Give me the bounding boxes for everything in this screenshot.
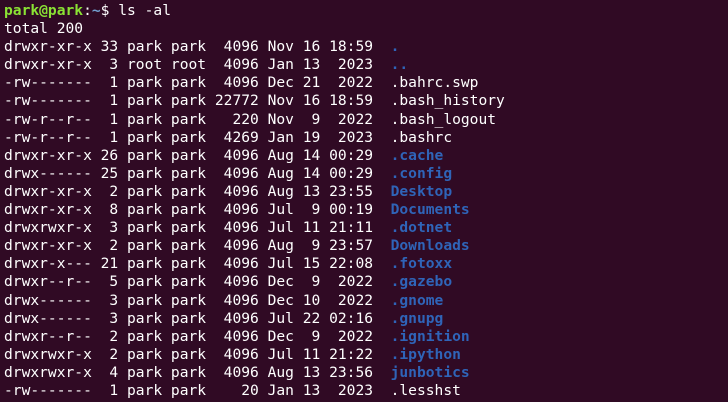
directory-name: .cache xyxy=(390,146,444,164)
listing-row: drwx------ 25 park park 4096 Aug 14 00:2… xyxy=(4,165,728,183)
entry-metadata: drwxr-xr-x 33 park park 4096 Nov 16 18:5… xyxy=(4,38,374,56)
file-name: .bash_logout xyxy=(390,110,497,128)
directory-name: .ipython xyxy=(390,345,461,363)
terminal-window[interactable]: park@park:~$ ls -al total 200 drwxr-xr-x… xyxy=(0,0,728,402)
entry-metadata: -rw------- 1 park park 20 Jan 13 2023 xyxy=(4,381,374,399)
prompt-line: park@park:~$ ls -al xyxy=(4,2,728,20)
listing-row: -rw-r--r-- 1 park park 4269 Jan 19 2023 … xyxy=(4,129,728,147)
entry-metadata: drwxrwxr-x 3 park park 4096 Jul 11 21:11 xyxy=(4,219,374,237)
directory-name: junbotics xyxy=(390,363,470,381)
listing-row: -rw------- 1 park park 22772 Nov 16 18:5… xyxy=(4,92,728,110)
entry-metadata: drwx------ 3 park park 4096 Jul 22 02:16 xyxy=(4,309,374,327)
directory-name: Documents xyxy=(390,201,470,219)
listing-row: -rw------- 1 park park 4096 Dec 21 2022 … xyxy=(4,74,728,92)
listing-row: drwxr--r-- 5 park park 4096 Dec 9 2022 .… xyxy=(4,273,728,291)
entry-metadata: -rw-r--r-- 1 park park 220 Nov 9 2022 xyxy=(4,110,374,128)
entry-metadata: drwxr-xr-x 2 park park 4096 Aug 9 23:57 xyxy=(4,237,374,255)
listing-rows: drwxr-xr-x 33 park park 4096 Nov 16 18:5… xyxy=(4,38,728,400)
directory-name: Desktop xyxy=(390,182,453,200)
prompt-symbol: $ xyxy=(100,2,110,19)
listing-row: drwxr--r-- 2 park park 4096 Dec 9 2022 .… xyxy=(4,328,728,346)
entry-metadata: drwxr-xr-x 2 park park 4096 Aug 13 23:55 xyxy=(4,182,374,200)
listing-row: drwxr-xr-x 26 park park 4096 Aug 14 00:2… xyxy=(4,147,728,165)
prompt-path: ~ xyxy=(91,2,101,19)
entry-metadata: drwxr-xr-x 3 root root 4096 Jan 13 2023 xyxy=(4,56,374,74)
entry-metadata: drwxr-xr-x 8 park park 4096 Jul 9 00:19 xyxy=(4,201,374,219)
entry-metadata: drwxr-xr-x 26 park park 4096 Aug 14 00:2… xyxy=(4,146,374,164)
total-line: total 200 xyxy=(4,20,84,38)
directory-name: .config xyxy=(390,164,453,182)
file-name: .bahrc.swp xyxy=(390,74,479,92)
entry-metadata: drwxrwxr-x 2 park park 4096 Jul 11 21:22 xyxy=(4,345,374,363)
listing-row: drwxr-xr-x 3 root root 4096 Jan 13 2023 … xyxy=(4,56,728,74)
prompt-user-host: park@park xyxy=(4,2,84,19)
entry-metadata: drwxr--r-- 2 park park 4096 Dec 9 2022 xyxy=(4,327,374,345)
directory-name: . xyxy=(390,38,400,56)
entry-metadata: drwx------ 3 park park 4096 Dec 10 2022 xyxy=(4,291,374,309)
listing-row: drwxrwxr-x 3 park park 4096 Jul 11 21:11… xyxy=(4,219,728,237)
listing-row: drwxrwxr-x 4 park park 4096 Aug 13 23:56… xyxy=(4,364,728,382)
directory-name: .fotoxx xyxy=(390,255,453,273)
entry-metadata: drwxr--r-- 5 park park 4096 Dec 9 2022 xyxy=(4,273,374,291)
file-name: .lesshst xyxy=(390,381,461,399)
entry-metadata: drwxr-x--- 21 park park 4096 Jul 15 22:0… xyxy=(4,255,374,273)
listing-row: drwxr-xr-x 33 park park 4096 Nov 16 18:5… xyxy=(4,38,728,56)
file-name: .bash_history xyxy=(390,92,505,110)
command-text: ls -al xyxy=(118,2,171,19)
entry-metadata: -rw-r--r-- 1 park park 4269 Jan 19 2023 xyxy=(4,128,374,146)
listing-row: drwxr-xr-x 2 park park 4096 Aug 13 23:55… xyxy=(4,183,728,201)
listing-row: drwxr-x--- 21 park park 4096 Jul 15 22:0… xyxy=(4,255,728,273)
listing-row: drwxrwxr-x 2 park park 4096 Jul 11 21:22… xyxy=(4,346,728,364)
entry-metadata: drwx------ 25 park park 4096 Aug 14 00:2… xyxy=(4,164,374,182)
file-name: .bashrc xyxy=(390,128,453,146)
directory-name: .ignition xyxy=(390,327,470,345)
directory-name: .. xyxy=(390,56,409,74)
directory-name: Downloads xyxy=(390,237,470,255)
entry-metadata: -rw------- 1 park park 4096 Dec 21 2022 xyxy=(4,74,374,92)
directory-name: .gnome xyxy=(390,291,444,309)
listing-row: -rw-r--r-- 1 park park 220 Nov 9 2022 .b… xyxy=(4,111,728,129)
entry-metadata: drwxrwxr-x 4 park park 4096 Aug 13 23:56 xyxy=(4,363,374,381)
directory-name: .gazebo xyxy=(390,273,453,291)
directory-name: .gnupg xyxy=(390,309,444,327)
prompt-colon: : xyxy=(83,2,92,19)
listing-row: drwxr-xr-x 8 park park 4096 Jul 9 00:19 … xyxy=(4,201,728,219)
entry-metadata: -rw------- 1 park park 22772 Nov 16 18:5… xyxy=(4,92,374,110)
listing-row: -rw------- 1 park park 20 Jan 13 2023 .l… xyxy=(4,382,728,400)
listing-row: drwx------ 3 park park 4096 Dec 10 2022 … xyxy=(4,292,728,310)
listing-row: drwxr-xr-x 2 park park 4096 Aug 9 23:57 … xyxy=(4,237,728,255)
directory-name: .dotnet xyxy=(390,219,453,237)
listing-row: drwx------ 3 park park 4096 Jul 22 02:16… xyxy=(4,310,728,328)
